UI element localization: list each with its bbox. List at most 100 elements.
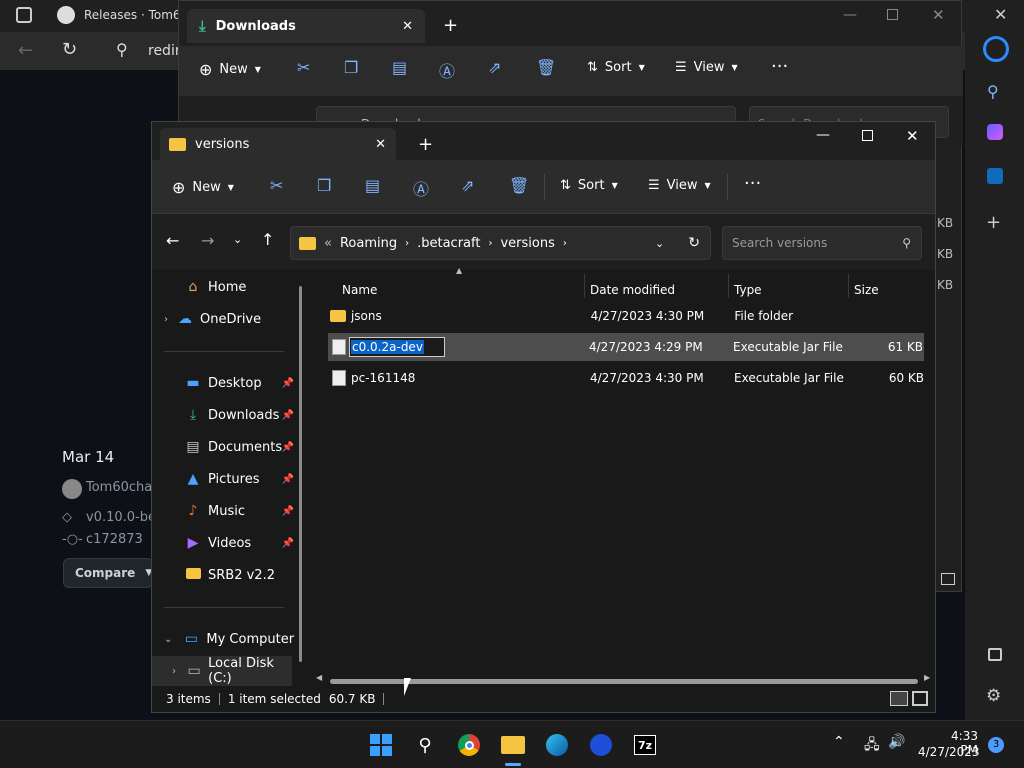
explorer-minimize-icon[interactable]: —	[816, 127, 830, 143]
paste-icon[interactable]: ▤	[365, 176, 380, 195]
7zip-icon[interactable]: 7z	[630, 730, 660, 760]
up-arrow-icon[interactable]: ↑	[261, 230, 274, 249]
nav-item-music[interactable]: ♪ Music 📌	[152, 496, 300, 526]
column-divider[interactable]	[584, 274, 585, 298]
release-commit[interactable]: c172873	[86, 532, 143, 547]
downloads-close-icon[interactable]: ✕	[932, 6, 945, 24]
nav-item-documents[interactable]: ▤ Documents 📌	[152, 432, 300, 462]
scroll-left-icon[interactable]: ◀	[316, 673, 322, 682]
breadcrumb-roaming[interactable]: Roaming	[340, 236, 397, 251]
explorer-maximize-icon[interactable]	[862, 130, 873, 141]
downloads-details-view-icon[interactable]	[941, 573, 955, 585]
nav-item-my-computer[interactable]: ⌄ ▭ My Computer	[152, 624, 300, 654]
compare-button[interactable]: Compare ▼	[63, 558, 153, 588]
sidebar-layout-icon[interactable]	[988, 648, 1002, 661]
file-row[interactable]: jsons 4/27/2023 4:30 PM File folder	[328, 302, 924, 330]
view-button[interactable]: ☰ View ▼	[648, 178, 711, 193]
column-header-type[interactable]: Type	[734, 278, 844, 302]
column-header-size[interactable]: Size	[854, 278, 924, 302]
bing-icon[interactable]	[983, 36, 1009, 62]
address-refresh-icon[interactable]: ↻	[688, 235, 700, 251]
browser-address-text[interactable]: redir	[148, 43, 181, 59]
explorer-tab[interactable]: versions ✕	[160, 128, 396, 160]
column-divider[interactable]	[728, 274, 729, 298]
downloads-sort-button[interactable]: ⇅ Sort ▼	[587, 60, 645, 75]
rename-icon[interactable]: Ⓐ	[413, 176, 429, 200]
sonic-game-icon[interactable]	[586, 730, 616, 760]
delete-icon[interactable]: 🗑	[509, 176, 529, 195]
explorer-close-icon[interactable]: ✕	[906, 127, 919, 145]
file-row-selected[interactable]: c0.0.2a-dev 4/27/2023 4:29 PM Executable…	[328, 333, 924, 361]
explorer-new-tab-icon[interactable]: +	[418, 134, 433, 155]
sort-button[interactable]: ⇅ Sort ▼	[560, 178, 618, 193]
edge-icon[interactable]	[542, 730, 572, 760]
explorer-tab-close-icon[interactable]: ✕	[375, 137, 386, 152]
more-options-icon[interactable]: ···	[771, 56, 788, 77]
release-tag[interactable]: v0.10.0-bet	[86, 510, 154, 525]
browser-close-icon[interactable]: ✕	[994, 5, 1007, 24]
more-options-icon[interactable]: ···	[744, 173, 761, 194]
pin-icon[interactable]: 📌	[282, 506, 294, 517]
sidebar-search-icon[interactable]: ⚲	[987, 82, 999, 101]
breadcrumb-overflow[interactable]: «	[324, 236, 332, 251]
recent-locations-icon[interactable]: ⌄	[233, 233, 242, 246]
copy-icon[interactable]: ❐	[344, 58, 358, 77]
tiles-view-icon[interactable]	[912, 691, 928, 706]
chrome-icon[interactable]	[454, 730, 484, 760]
back-arrow-icon[interactable]: ←	[166, 231, 179, 250]
outlook-icon[interactable]	[987, 168, 1003, 184]
nav-item-srb2[interactable]: SRB2 v2.2	[152, 560, 300, 590]
rename-icon[interactable]: Ⓐ	[439, 58, 455, 82]
rename-input[interactable]: c0.0.2a-dev	[349, 337, 445, 357]
new-button[interactable]: ⊕ New ▼	[172, 178, 234, 197]
tray-chevron-up-icon[interactable]: ⌃	[833, 734, 845, 750]
column-divider[interactable]	[848, 274, 849, 298]
share-icon[interactable]: ⇗	[488, 58, 501, 77]
clock-date[interactable]: 4/27/2023	[918, 745, 980, 759]
downloads-maximize-icon[interactable]	[887, 9, 898, 20]
release-author[interactable]: Tom60chat	[86, 480, 156, 495]
nav-scrollbar[interactable]	[299, 286, 302, 662]
volume-icon[interactable]: 🔊	[888, 734, 905, 750]
nav-item-videos[interactable]: ▶ Videos 📌	[152, 528, 300, 558]
scrollbar-thumb[interactable]	[330, 679, 918, 684]
scroll-right-icon[interactable]: ▶	[924, 673, 930, 682]
forward-arrow-icon[interactable]: →	[201, 231, 214, 250]
pin-icon[interactable]: 📌	[282, 410, 294, 421]
pin-icon[interactable]: 📌	[282, 378, 294, 389]
column-header-name[interactable]: Name	[342, 278, 578, 302]
details-view-icon[interactable]	[890, 691, 908, 706]
paste-icon[interactable]: ▤	[392, 58, 407, 77]
address-dropdown-icon[interactable]: ⌄	[655, 237, 664, 250]
nav-item-home[interactable]: ⌂ Home	[152, 272, 300, 302]
cut-icon[interactable]: ✂	[297, 58, 310, 77]
downloads-tab-close-icon[interactable]: ✕	[402, 19, 413, 34]
taskbar-search-icon[interactable]: ⚲	[410, 730, 440, 760]
notification-badge[interactable]: 3	[988, 737, 1004, 753]
network-icon[interactable]: 🖧	[864, 734, 880, 758]
back-icon[interactable]: ←	[18, 40, 33, 61]
refresh-icon[interactable]: ↻	[62, 39, 77, 60]
downloads-view-button[interactable]: ☰ View ▼	[675, 60, 738, 75]
downloads-new-tab-icon[interactable]: +	[443, 15, 458, 36]
share-icon[interactable]: ⇗	[461, 176, 474, 195]
nav-item-local-disk[interactable]: › ▭ Local Disk (C:)	[152, 656, 292, 686]
downloads-minimize-icon[interactable]: —	[843, 7, 857, 23]
nav-item-downloads[interactable]: ⤓ Downloads 📌	[152, 400, 300, 430]
settings-gear-icon[interactable]: ⚙	[986, 686, 1001, 706]
windows-start-icon[interactable]	[366, 730, 396, 760]
address-bar[interactable]: « Roaming › .betacraft › versions › ⌄ ↻	[290, 226, 711, 260]
tab-actions-icon[interactable]	[16, 7, 32, 23]
file-row[interactable]: pc-161148 4/27/2023 4:30 PM Executable J…	[328, 364, 924, 392]
pin-icon[interactable]: 📌	[282, 538, 294, 549]
delete-icon[interactable]: 🗑	[536, 58, 556, 77]
browser-tab-title[interactable]: Releases · Tom60c	[84, 8, 179, 22]
downloads-tab[interactable]: ⤓ Downloads ✕	[187, 9, 425, 43]
search-box[interactable]: Search versions ⚲	[722, 226, 922, 260]
breadcrumb-versions[interactable]: versions	[500, 236, 554, 251]
breadcrumb-betacraft[interactable]: .betacraft	[417, 236, 480, 251]
copy-icon[interactable]: ❐	[317, 176, 331, 195]
nav-item-pictures[interactable]: ▲ Pictures 📌	[152, 464, 300, 494]
column-header-date[interactable]: Date modified	[590, 278, 730, 302]
nav-item-onedrive[interactable]: › ☁ OneDrive	[152, 304, 300, 334]
